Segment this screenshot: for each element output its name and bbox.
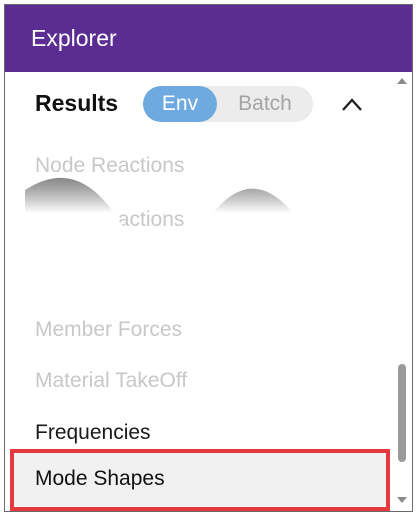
scrollbar-thumb[interactable]: [398, 364, 406, 462]
triangle-up-icon[interactable]: [396, 76, 408, 86]
toggle-env-option[interactable]: Env: [143, 86, 217, 122]
results-label: Results: [35, 90, 119, 116]
toggle-batch-option[interactable]: Batch: [221, 86, 309, 122]
list-item-selected[interactable]: Mode Shapes: [35, 467, 165, 491]
results-header: Results Env Batch: [5, 72, 395, 138]
list-item[interactable]: Member Forces: [35, 318, 182, 342]
list-item[interactable]: Frequencies: [35, 421, 151, 445]
chevron-up-icon: [342, 98, 362, 111]
vertical-scrollbar[interactable]: [392, 72, 412, 511]
env-batch-toggle[interactable]: Env Batch: [143, 86, 313, 122]
panel-content: Results Env Batch Node Reactions Node Re…: [5, 72, 412, 511]
list-item[interactable]: Material TakeOff: [35, 369, 187, 393]
torn-wave-overlay: [25, 177, 397, 278]
selected-item-highlight[interactable]: Mode Shapes: [10, 449, 390, 511]
triangle-down-icon[interactable]: [396, 495, 408, 505]
explorer-panel: Explorer Results Env Batch Node Reaction…: [4, 4, 413, 512]
panel-title: Explorer: [5, 5, 412, 72]
collapse-button[interactable]: [335, 86, 369, 122]
